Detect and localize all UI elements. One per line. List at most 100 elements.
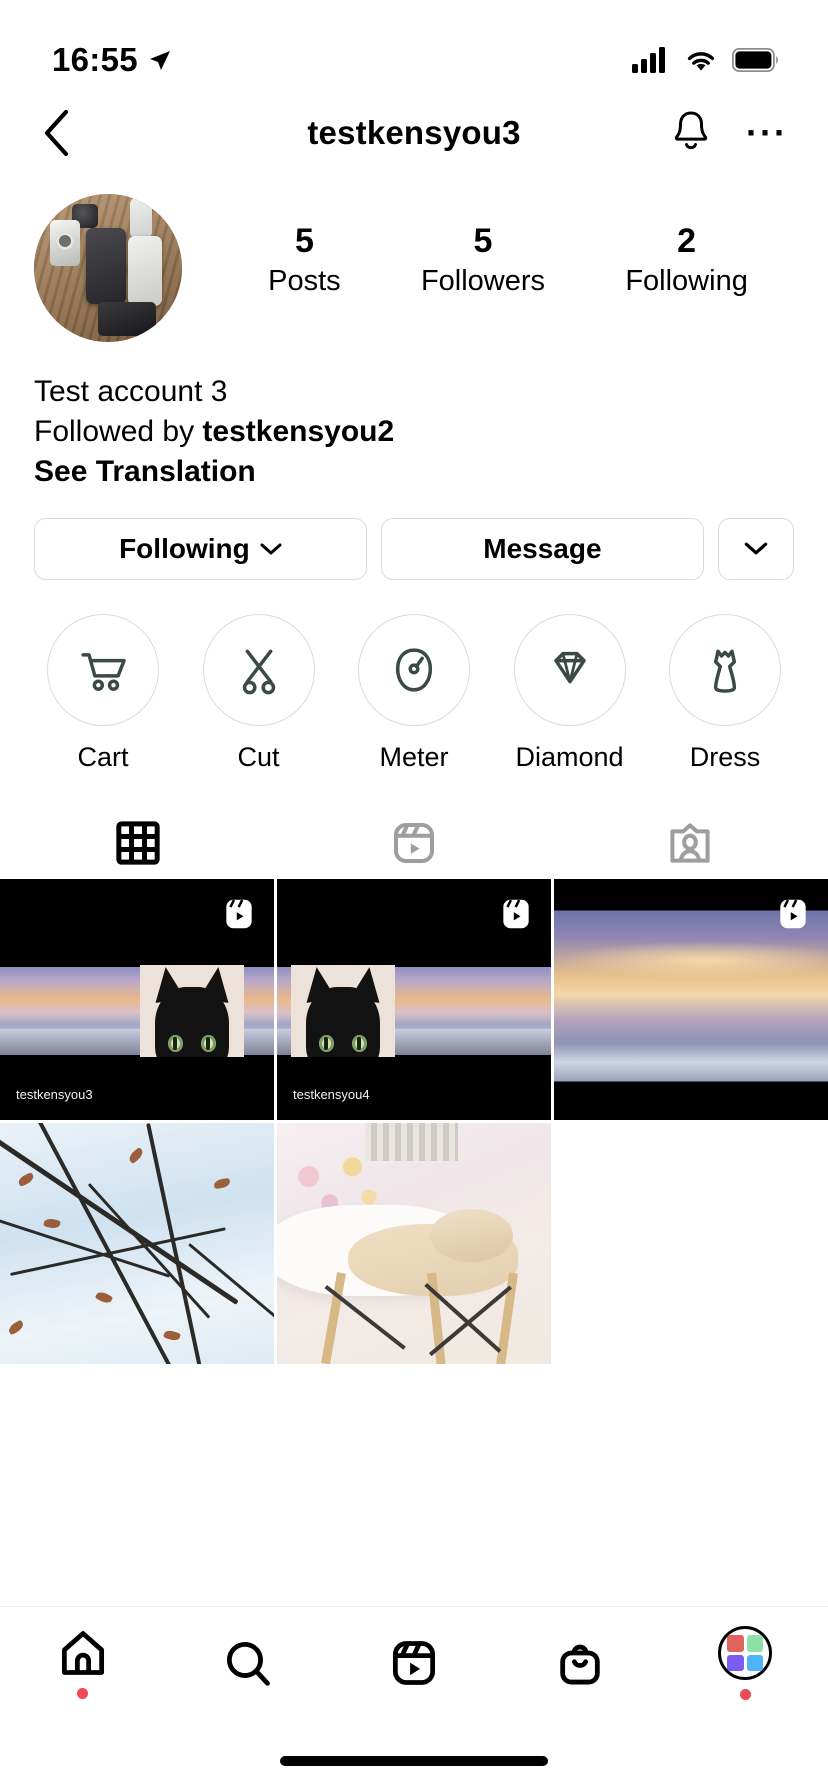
status-time: 16:55 (52, 41, 138, 78)
stat-posts-label: Posts (268, 264, 341, 297)
grid-item-4[interactable] (0, 1122, 274, 1364)
bottom-nav-search[interactable] (166, 1637, 332, 1689)
stat-followers-count: 5 (473, 222, 493, 260)
grid-item-2-watermark: testkensyou4 (293, 1086, 370, 1102)
cat-eye-left (319, 1034, 334, 1052)
location-arrow-icon (149, 51, 170, 70)
stat-following[interactable]: 2 Following (625, 220, 748, 299)
status-bar: 16:55 (0, 0, 828, 90)
profile-avatar-icon (718, 1626, 773, 1680)
story-highlights: Cart Cut Meter Diamond Dress (0, 580, 828, 773)
shopping-bag-icon (559, 1644, 600, 1685)
highlight-dress-label: Dress (689, 741, 761, 772)
diamond-icon (553, 651, 586, 684)
highlight-dress[interactable]: Dress (650, 613, 800, 773)
meter-icon (395, 648, 433, 692)
more-actions-button[interactable] (718, 517, 794, 580)
grid-item-3[interactable] (554, 878, 828, 1120)
tab-reels[interactable] (276, 807, 552, 879)
display-name: Test account 3 (34, 375, 228, 408)
battery-full-icon (732, 48, 778, 72)
following-button-label: Following (119, 532, 250, 564)
tagged-icon (670, 823, 710, 863)
message-button[interactable]: Message (380, 517, 704, 580)
tab-tagged[interactable] (552, 807, 828, 879)
following-button[interactable]: Following (34, 517, 367, 580)
bell-icon (674, 111, 708, 149)
notifications-button[interactable] (670, 108, 712, 159)
dress-icon (713, 649, 737, 693)
highlight-cut-circle (202, 613, 315, 726)
profile-badge-dot (739, 1689, 751, 1700)
bottom-nav-profile[interactable] (662, 1626, 828, 1700)
nav-header: testkensyou3 ··· (0, 90, 828, 176)
scissors-icon (242, 649, 275, 695)
cat-eye-right (352, 1034, 367, 1052)
bottom-nav-shop[interactable] (497, 1637, 663, 1689)
stat-followers-label: Followers (420, 264, 546, 297)
highlight-meter-label: Meter (379, 741, 449, 772)
grid-item-2[interactable]: testkensyou4 (277, 878, 551, 1120)
stat-following-label: Following (625, 264, 748, 297)
highlight-cut-label: Cut (237, 741, 280, 772)
followed-by-username[interactable]: testkensyou2 (202, 415, 394, 448)
chevron-down-icon (744, 542, 768, 555)
profile-stats: 5 Posts 5 Followers 2 Following (182, 194, 794, 299)
highlight-diamond-label: Diamond (515, 741, 624, 772)
bottom-navigation (0, 1606, 828, 1792)
home-icon (61, 1631, 104, 1675)
highlight-dress-circle (669, 613, 781, 726)
bottom-nav-reels[interactable] (331, 1637, 497, 1689)
profile-photo-device-4 (98, 302, 156, 336)
grid-item-1-cat (140, 964, 244, 1057)
highlight-cart[interactable]: Cart (28, 613, 178, 773)
grid-icon (116, 821, 160, 865)
reels-badge-icon (226, 899, 252, 928)
profile-photo-camera (50, 220, 80, 266)
profile-photo[interactable] (34, 194, 182, 342)
followed-by-prefix: Followed by (34, 414, 203, 448)
highlight-diamond-circle (513, 613, 626, 726)
cat-eye-left (168, 1034, 183, 1052)
status-bar-right (632, 47, 780, 73)
tab-grid[interactable] (0, 807, 276, 879)
stat-posts[interactable]: 5 Posts (268, 220, 341, 299)
back-button[interactable] (40, 108, 96, 158)
chevron-down-icon (260, 543, 282, 555)
cat-ear-left (150, 964, 186, 1003)
grid-item-2-cat (291, 964, 395, 1057)
stat-following-count: 2 (677, 222, 697, 260)
cat-eye-right (201, 1034, 216, 1052)
highlight-cut[interactable]: Cut (184, 613, 334, 773)
reels-icon (394, 822, 434, 863)
profile-photo-device-1 (86, 228, 126, 304)
grid-item-5[interactable] (277, 1122, 551, 1364)
bottom-nav-home[interactable] (0, 1627, 166, 1699)
reels-badge-icon (780, 899, 806, 928)
grid-item-1[interactable]: testkensyou3 (0, 878, 274, 1120)
highlight-cart-circle (47, 613, 159, 726)
cellular-signal-icon (632, 47, 665, 73)
search-icon (227, 1641, 271, 1686)
chevron-left-icon (44, 109, 69, 157)
profile-header: 5 Posts 5 Followers 2 Following (0, 176, 828, 342)
cat-ear-left (301, 964, 337, 1003)
profile-bio: Test account 3 Followed by testkensyou2 … (0, 342, 828, 492)
stat-followers[interactable]: 5 Followers (421, 220, 545, 299)
bottom-nav-items (0, 1607, 828, 1719)
highlight-diamond[interactable]: Diamond (495, 613, 645, 773)
more-options-button[interactable]: ··· (746, 115, 788, 151)
highlight-meter[interactable]: Meter (339, 613, 489, 773)
see-translation-link[interactable]: See Translation (34, 452, 794, 492)
cat-ear-right (198, 964, 234, 1003)
post-grid: testkensyou3 testkensyou4 (0, 878, 828, 1364)
reels-badge-icon (503, 899, 529, 928)
cat-head (301, 964, 385, 1057)
status-bar-left: 16:55 (52, 41, 172, 79)
wifi-icon (687, 52, 715, 71)
cart-icon (81, 652, 126, 691)
highlight-meter-circle (358, 613, 470, 726)
grid-item-empty (554, 1122, 828, 1364)
home-indicator (280, 1756, 548, 1766)
highlight-cart-label: Cart (77, 741, 129, 772)
